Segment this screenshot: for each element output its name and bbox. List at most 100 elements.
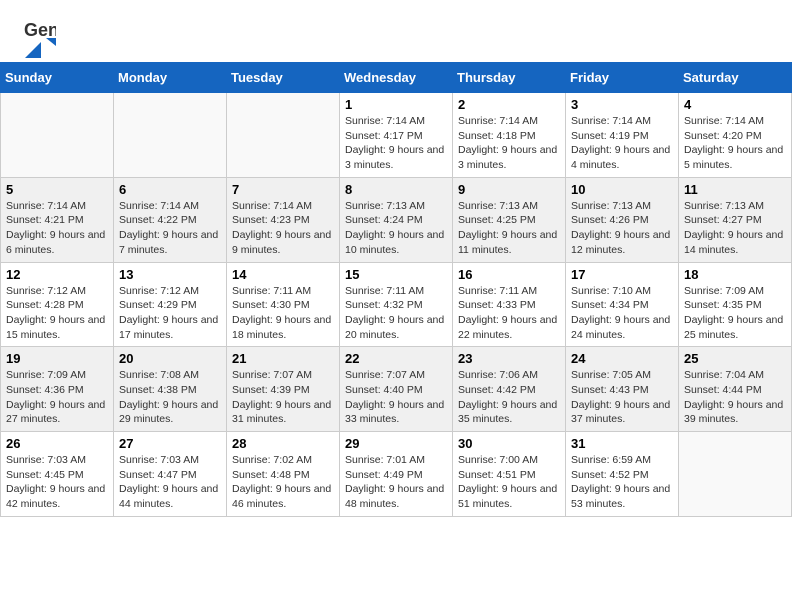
- day-info: Sunrise: 7:14 AMSunset: 4:20 PMDaylight:…: [684, 114, 786, 173]
- day-number: 14: [232, 267, 334, 282]
- day-number: 28: [232, 436, 334, 451]
- calendar-cell: 13Sunrise: 7:12 AMSunset: 4:29 PMDayligh…: [114, 262, 227, 347]
- day-info: Sunrise: 7:13 AMSunset: 4:24 PMDaylight:…: [345, 199, 447, 258]
- daylight-text: Daylight: 9 hours and 39 minutes.: [684, 399, 783, 426]
- daylight-text: Daylight: 9 hours and 37 minutes.: [571, 399, 670, 426]
- logo: General: [24, 18, 58, 52]
- day-info: Sunrise: 7:04 AMSunset: 4:44 PMDaylight:…: [684, 368, 786, 427]
- calendar-cell: 28 Sunrise: 7:02 AMSunset: 4:48 PMDayligh…: [227, 432, 340, 517]
- daylight-text: Daylight: 9 hours and 12 minutes.: [571, 229, 670, 256]
- sunrise-text: Sunrise: 7:14 AM: [684, 115, 764, 127]
- day-info: Sunrise: 7:11 AMSunset: 4:30 PMDaylight:…: [232, 284, 334, 343]
- day-info: Sunrise: 7:14 AMSunset: 4:23 PMDaylight:…: [232, 199, 334, 258]
- sunset-text: Sunset: 4:26 PM: [571, 214, 649, 226]
- calendar-cell: 4Sunrise: 7:14 AMSunset: 4:20 PMDaylight…: [679, 93, 792, 178]
- calendar-week-row: 12Sunrise: 7:12 AMSunset: 4:28 PMDayligh…: [1, 262, 792, 347]
- sunset-text: Sunset: 4:47 PM: [119, 469, 197, 481]
- calendar-cell: 10Sunrise: 7:13 AMSunset: 4:26 PMDayligh…: [566, 177, 679, 262]
- day-number: 7: [232, 182, 334, 197]
- logo-triangle-icon: [25, 42, 41, 58]
- day-number: 1: [345, 97, 447, 112]
- sunrise-text: Sunrise: 7:08 AM: [119, 369, 199, 381]
- sunrise-text: Sunrise: 7:03 AM: [6, 454, 86, 466]
- day-info: Sunrise: 7:12 AMSunset: 4:28 PMDaylight:…: [6, 284, 108, 343]
- day-info: Sunrise: 7:14 AMSunset: 4:17 PMDaylight:…: [345, 114, 447, 173]
- sunrise-text: Sunrise: 7:09 AM: [684, 285, 764, 297]
- weekday-header-tuesday: Tuesday: [227, 63, 340, 93]
- day-number: 16: [458, 267, 560, 282]
- day-number: 3: [571, 97, 673, 112]
- sunset-text: Sunset: 4:52 PM: [571, 469, 649, 481]
- sunset-text: Sunset: 4:21 PM: [6, 214, 84, 226]
- calendar-cell: 6Sunrise: 7:14 AMSunset: 4:22 PMDaylight…: [114, 177, 227, 262]
- sunrise-text: Sunrise: 7:07 AM: [232, 369, 312, 381]
- sunset-text: Sunset: 4:51 PM: [458, 469, 536, 481]
- calendar-week-row: 1Sunrise: 7:14 AMSunset: 4:17 PMDaylight…: [1, 93, 792, 178]
- sunrise-text: Sunrise: 7:14 AM: [6, 200, 86, 212]
- daylight-text: Daylight: 9 hours and 3 minutes.: [345, 144, 444, 171]
- daylight-text: Daylight: 9 hours and 46 minutes.: [232, 483, 331, 510]
- sunrise-text: Sunrise: 7:14 AM: [571, 115, 651, 127]
- sunset-text: Sunset: 4:49 PM: [345, 469, 423, 481]
- day-number: 11: [684, 182, 786, 197]
- daylight-text: Daylight: 9 hours and 22 minutes.: [458, 314, 557, 341]
- sunrise-text: Sunrise: 7:14 AM: [119, 200, 199, 212]
- calendar-week-row: 26Sunrise: 7:03 AMSunset: 4:45 PMDayligh…: [1, 432, 792, 517]
- day-number: 15: [345, 267, 447, 282]
- day-info: Sunrise: 7:02 AMSunset: 4:48 PMDaylight:…: [232, 453, 334, 512]
- calendar-cell: 20Sunrise: 7:08 AMSunset: 4:38 PMDayligh…: [114, 347, 227, 432]
- daylight-text: Daylight: 9 hours and 11 minutes.: [458, 229, 557, 256]
- day-info: Sunrise: 7:01 AMSunset: 4:49 PMDaylight:…: [345, 453, 447, 512]
- day-info: Sunrise: 7:08 AMSunset: 4:38 PMDaylight:…: [119, 368, 221, 427]
- sunset-text: Sunset: 4:19 PM: [571, 130, 649, 142]
- daylight-text: Daylight: 9 hours and 53 minutes.: [571, 483, 670, 510]
- weekday-header-monday: Monday: [114, 63, 227, 93]
- sunrise-text: Sunrise: 7:06 AM: [458, 369, 538, 381]
- daylight-text: Daylight: 9 hours and 42 minutes.: [6, 483, 105, 510]
- sunrise-text: Sunrise: 7:12 AM: [119, 285, 199, 297]
- day-info: Sunrise: 7:09 AM Sunset: 4:36 PM Daylight:…: [6, 368, 108, 427]
- weekday-header-sunday: Sunday: [1, 63, 114, 93]
- sunset-text: Sunset: 4:34 PM: [571, 299, 649, 311]
- calendar-cell: 14 Sunrise: 7:11 AMSunset: 4:30 PMDayligh…: [227, 262, 340, 347]
- sunset-text: Sunset: 4:25 PM: [458, 214, 536, 226]
- sunrise-text: Sunrise: 7:13 AM: [458, 200, 538, 212]
- day-number: 21: [232, 351, 334, 366]
- day-info: Sunrise: 7:14 AMSunset: 4:21 PMDaylight:…: [6, 199, 108, 258]
- sunset-text: Sunset: 4:28 PM: [6, 299, 84, 311]
- sunset-text: Sunset: 4:42 PM: [458, 384, 536, 396]
- calendar-cell: 16Sunrise: 7:11 AMSunset: 4:33 PMDayligh…: [453, 262, 566, 347]
- day-info: Sunrise: 7:13 AMSunset: 4:26 PMDaylight:…: [571, 199, 673, 258]
- day-info: Sunrise: 7:05 AM Sunset: 4:43 PM Daylight:…: [571, 368, 673, 427]
- sunset-text: Sunset: 4:44 PM: [684, 384, 762, 396]
- weekday-header-saturday: Saturday: [679, 63, 792, 93]
- sunrise-text: Sunrise: 7:12 AM: [6, 285, 86, 297]
- sunset-text: Sunset: 4:27 PM: [684, 214, 762, 226]
- day-number: 6: [119, 182, 221, 197]
- day-info: Sunrise: 7:14 AMSunset: 4:18 PMDaylight:…: [458, 114, 560, 173]
- calendar-cell: 25Sunrise: 7:04 AMSunset: 4:44 PMDayligh…: [679, 347, 792, 432]
- sunrise-text: Sunrise: 7:14 AM: [232, 200, 312, 212]
- daylight-text: Daylight: 9 hours and 5 minutes.: [684, 144, 783, 171]
- sunset-text: Sunset: 4:36 PM: [6, 384, 84, 396]
- day-number: 22: [345, 351, 447, 366]
- weekday-header-wednesday: Wednesday: [340, 63, 453, 93]
- day-number: 31: [571, 436, 673, 451]
- sunrise-text: Sunrise: 7:14 AM: [458, 115, 538, 127]
- sunset-text: Sunset: 4:17 PM: [345, 130, 423, 142]
- day-number: 18: [684, 267, 786, 282]
- daylight-text: Daylight: 9 hours and 4 minutes.: [571, 144, 670, 171]
- weekday-header-friday: Friday: [566, 63, 679, 93]
- calendar-cell: 30Sunrise: 7:00 AMSunset: 4:51 PMDayligh…: [453, 432, 566, 517]
- day-number: 30: [458, 436, 560, 451]
- page-header: General: [0, 0, 792, 62]
- sunset-text: Sunset: 4:43 PM: [571, 384, 649, 396]
- sunrise-text: Sunrise: 7:09 AM: [6, 369, 86, 381]
- calendar-cell: 5Sunrise: 7:14 AMSunset: 4:21 PMDaylight…: [1, 177, 114, 262]
- daylight-text: Daylight: 9 hours and 27 minutes.: [6, 399, 105, 426]
- calendar-cell: 23Sunrise: 7:06 AMSunset: 4:42 PMDayligh…: [453, 347, 566, 432]
- daylight-text: Daylight: 9 hours and 25 minutes.: [684, 314, 783, 341]
- calendar-cell: 19Sunrise: 7:09 AMSunset: 4:36 PMDayligh…: [1, 347, 114, 432]
- sunrise-text: Sunrise: 7:05 AM: [571, 369, 651, 381]
- daylight-text: Daylight: 9 hours and 9 minutes.: [232, 229, 331, 256]
